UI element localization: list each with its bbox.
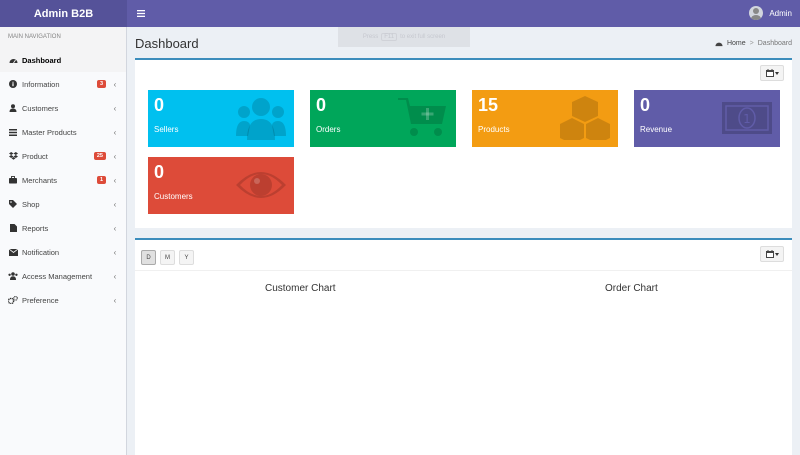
sidebar-item-reports[interactable]: Reports ‹ [0, 216, 126, 240]
sidebar-item-product[interactable]: Product 25 ‹ [0, 144, 126, 168]
order-chart-title: Order Chart [605, 283, 658, 294]
stat-value: 0 [154, 162, 165, 182]
sidebar-item-notification[interactable]: Notification ‹ [0, 240, 126, 264]
dashboard-icon [8, 55, 18, 65]
brand-logo[interactable]: Admin B2B [0, 0, 127, 27]
period-day-button[interactable]: D [141, 250, 156, 265]
tag-icon [8, 199, 18, 209]
stats-box: 0 Sellers 0 Orders 15 Products 0 Revenue… [135, 58, 792, 228]
cubes-icon [560, 96, 610, 140]
chevron-left-icon: ‹ [113, 295, 117, 305]
avatar [749, 6, 764, 20]
file-icon [8, 223, 18, 233]
user-menu[interactable]: Admin [749, 6, 792, 20]
period-month-button[interactable]: M [160, 250, 175, 265]
stat-tile-customers[interactable]: 0 Customers [148, 157, 294, 214]
calendar-icon [765, 250, 774, 258]
user-icon [8, 103, 18, 113]
gears-icon [8, 295, 18, 305]
money-icon: 1 [722, 102, 772, 134]
stat-value: 15 [478, 95, 499, 115]
briefcase-icon [8, 175, 18, 185]
eye-icon [236, 172, 286, 198]
svg-text:1: 1 [743, 112, 751, 126]
chevron-left-icon: ‹ [113, 223, 117, 233]
dropbox-icon [8, 151, 18, 161]
fullscreen-hint: Press F11 to exit full screen [338, 27, 470, 47]
customer-chart-title: Customer Chart [265, 283, 336, 294]
chevron-left-icon: ‹ [113, 199, 117, 209]
sidebar: MAIN NAVIGATION Dashboard Information 3 … [0, 27, 127, 455]
stat-label: Products [478, 125, 510, 134]
sidebar-item-information[interactable]: Information 3 ‹ [0, 72, 126, 96]
chevron-left-icon: ‹ [113, 127, 117, 137]
envelope-icon [8, 247, 18, 257]
stat-value: 0 [640, 95, 651, 115]
caret-down-icon [774, 71, 779, 75]
breadcrumb-current: Dashboard [757, 40, 792, 47]
page-title: Dashboard [135, 36, 199, 51]
stat-tile-revenue[interactable]: 0 Revenue 1 [634, 90, 780, 147]
charts-box: D M Y Customer Chart Order Chart [135, 238, 792, 455]
users-icon [8, 271, 18, 281]
dashboard-icon [715, 42, 723, 47]
chevron-left-icon: ‹ [113, 151, 117, 161]
stat-tile-orders[interactable]: 0 Orders [310, 90, 456, 147]
calendar-icon [765, 69, 774, 77]
stat-label: Revenue [640, 125, 673, 134]
breadcrumb: Home > Dashboard [715, 40, 792, 47]
sidebar-item-dashboard[interactable]: Dashboard [0, 48, 126, 72]
info-icon [8, 79, 18, 89]
sidebar-section-title: MAIN NAVIGATION [0, 27, 126, 48]
period-selector: D M Y [141, 250, 194, 265]
users-icon [236, 98, 286, 140]
sidebar-item-shop[interactable]: Shop ‹ [0, 192, 126, 216]
stat-value: 0 [316, 95, 327, 115]
cart-plus-icon [398, 98, 446, 136]
breadcrumb-separator: > [749, 40, 754, 47]
sidebar-item-customers[interactable]: Customers ‹ [0, 96, 126, 120]
sidebar-item-merchants[interactable]: Merchants 1 ‹ [0, 168, 126, 192]
hamburger-icon[interactable] [135, 8, 147, 20]
sidebar-item-access-management[interactable]: Access Management ‹ [0, 264, 126, 288]
stat-tile-products[interactable]: 15 Products [472, 90, 618, 147]
stat-tile-sellers[interactable]: 0 Sellers [148, 90, 294, 147]
stat-label: Customers [154, 192, 193, 201]
chevron-left-icon: ‹ [113, 79, 117, 89]
breadcrumb-home[interactable]: Home [727, 40, 746, 47]
list-icon [8, 127, 18, 137]
period-year-button[interactable]: Y [179, 250, 194, 265]
divider [135, 270, 792, 271]
sidebar-item-preference[interactable]: Preference ‹ [0, 288, 126, 312]
chevron-left-icon: ‹ [113, 103, 117, 113]
user-name: Admin [769, 8, 792, 18]
chevron-left-icon: ‹ [113, 271, 117, 281]
charts-date-button[interactable] [760, 246, 784, 262]
chevron-left-icon: ‹ [113, 247, 117, 257]
main-header: Admin B2B Admin [0, 0, 800, 27]
product-badge: 25 [93, 152, 106, 160]
stat-label: Orders [316, 125, 341, 134]
merchants-badge: 1 [96, 176, 106, 184]
information-badge: 3 [96, 80, 106, 88]
sidebar-item-master-products[interactable]: Master Products ‹ [0, 120, 126, 144]
stat-value: 0 [154, 95, 165, 115]
stat-label: Sellers [154, 125, 179, 134]
caret-down-icon [774, 252, 779, 256]
stats-date-button[interactable] [760, 65, 784, 81]
chevron-left-icon: ‹ [113, 175, 117, 185]
